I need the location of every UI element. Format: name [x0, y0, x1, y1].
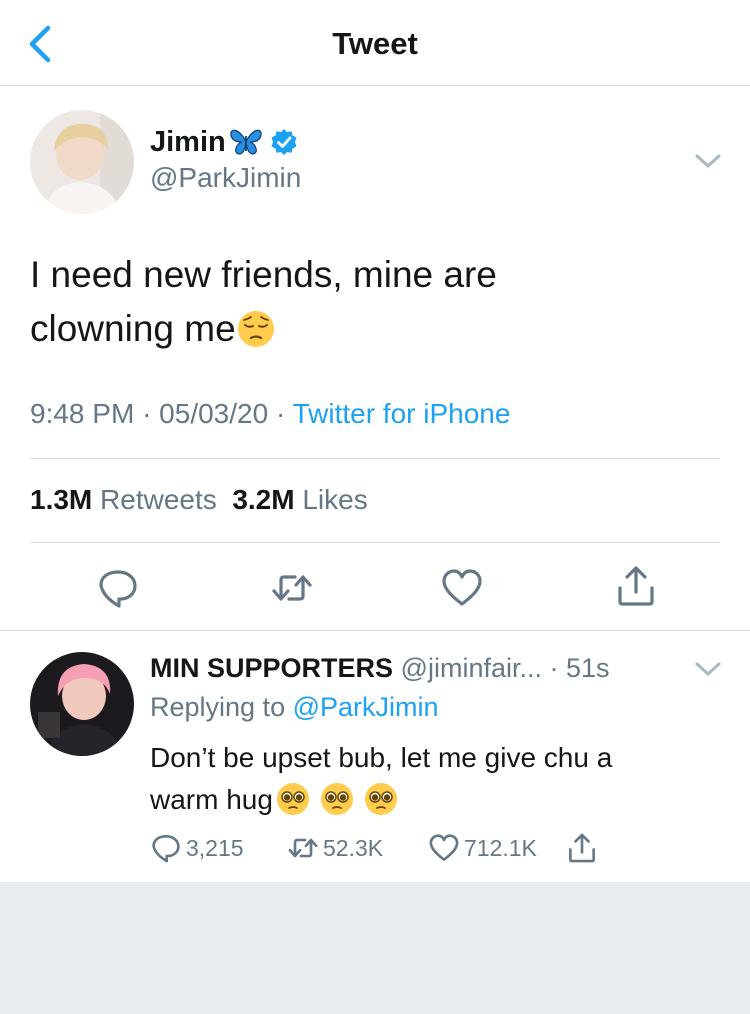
page-title: Tweet	[332, 26, 418, 61]
like-icon	[429, 834, 459, 861]
reply-like-button[interactable]: 712.1K	[428, 832, 537, 864]
like-icon	[442, 569, 482, 606]
chevron-down-icon[interactable]	[693, 151, 723, 171]
reply-display-name[interactable]: MIN SUPPORTERS	[150, 653, 393, 683]
tweet-text-line-2: clowning me	[30, 302, 710, 356]
tweet-date: 05/03/20	[159, 398, 269, 429]
replying-to-mention[interactable]: @ParkJimin	[293, 692, 439, 722]
tweet-source-link[interactable]: Twitter for iPhone	[293, 398, 511, 429]
retweet-icon	[272, 575, 312, 601]
reply-retweet-count: 52.3K	[323, 834, 384, 861]
nav-header: Tweet	[0, 0, 750, 86]
reply-handle[interactable]: @jiminfair...	[401, 653, 542, 683]
tweet-stats: 1.3M Retweets 3.2M Likes	[30, 484, 368, 516]
reply-reply-button[interactable]: 3,215	[150, 832, 244, 864]
tweet-text: I need new friends, mine are clowning me	[30, 248, 710, 356]
share-icon	[618, 566, 654, 606]
meta-separator-2: ·	[275, 398, 293, 429]
share-button[interactable]	[614, 564, 658, 608]
tweet-meta: 9:48 PM · 05/03/20 · Twitter for iPhone	[30, 398, 510, 430]
reply-text-line-2: warm hug	[150, 779, 720, 821]
reply-time-separator: ·	[541, 653, 566, 683]
reply-text-line: Don’t be upset bub, let me give chu a	[150, 742, 613, 773]
verified-badge-icon	[271, 129, 297, 155]
pleading-face-emoji	[276, 783, 309, 815]
meta-separator: ·	[142, 398, 160, 429]
reply-icon	[152, 835, 180, 863]
share-icon	[569, 833, 595, 863]
likes-label: Likes	[302, 484, 368, 515]
pleading-face-emoji	[364, 783, 397, 815]
reply-button[interactable]	[96, 566, 140, 610]
retweet-icon	[288, 838, 318, 858]
reply-time: 51s	[565, 653, 610, 683]
reply-count: 3,215	[186, 834, 244, 861]
reply-retweet-button[interactable]: 52.3K	[287, 832, 383, 864]
author-display-name[interactable]: Jimin	[150, 126, 226, 159]
avatar[interactable]	[30, 110, 134, 214]
retweets-label: Retweets	[100, 484, 217, 515]
tweet-text-line-content: clowning me	[30, 308, 236, 349]
divider	[30, 458, 720, 459]
butterfly-icon	[230, 129, 262, 155]
divider	[0, 630, 750, 631]
tweet-detail-screen: Tweet Jimin @ParkJimin I need new friend…	[0, 0, 750, 882]
timeline-background	[0, 882, 750, 1014]
reply-share-button[interactable]	[566, 832, 602, 864]
tweet-text-line: I need new friends, mine are	[30, 254, 497, 295]
retweets-stat[interactable]: 1.3M Retweets	[30, 484, 217, 515]
pleading-face-emoji	[320, 783, 353, 815]
retweet-button[interactable]	[270, 566, 314, 610]
reply-text: Don’t be upset bub, let me give chu a wa…	[150, 737, 720, 821]
pensive-face-emoji	[237, 311, 274, 347]
replying-prefix: Replying to	[150, 692, 286, 722]
reply-like-count: 712.1K	[464, 834, 537, 861]
retweets-count: 1.3M	[30, 484, 93, 515]
reply-text-line-content: warm hug	[150, 784, 273, 815]
like-button[interactable]	[440, 566, 484, 610]
reply-chevron-down-icon[interactable]	[693, 659, 723, 679]
divider	[30, 542, 720, 543]
likes-stat[interactable]: 3.2M Likes	[232, 484, 367, 515]
likes-count: 3.2M	[232, 484, 295, 515]
replying-to: Replying to @ParkJimin	[150, 692, 439, 723]
reply-avatar[interactable]	[30, 652, 134, 756]
author-name-row: Jimin	[150, 124, 298, 160]
author-handle[interactable]: @ParkJimin	[150, 162, 301, 194]
tweet-time: 9:48 PM	[30, 398, 135, 429]
reply-icon	[99, 570, 137, 608]
reply-header: MIN SUPPORTERS @jiminfair... · 51s	[150, 653, 610, 684]
